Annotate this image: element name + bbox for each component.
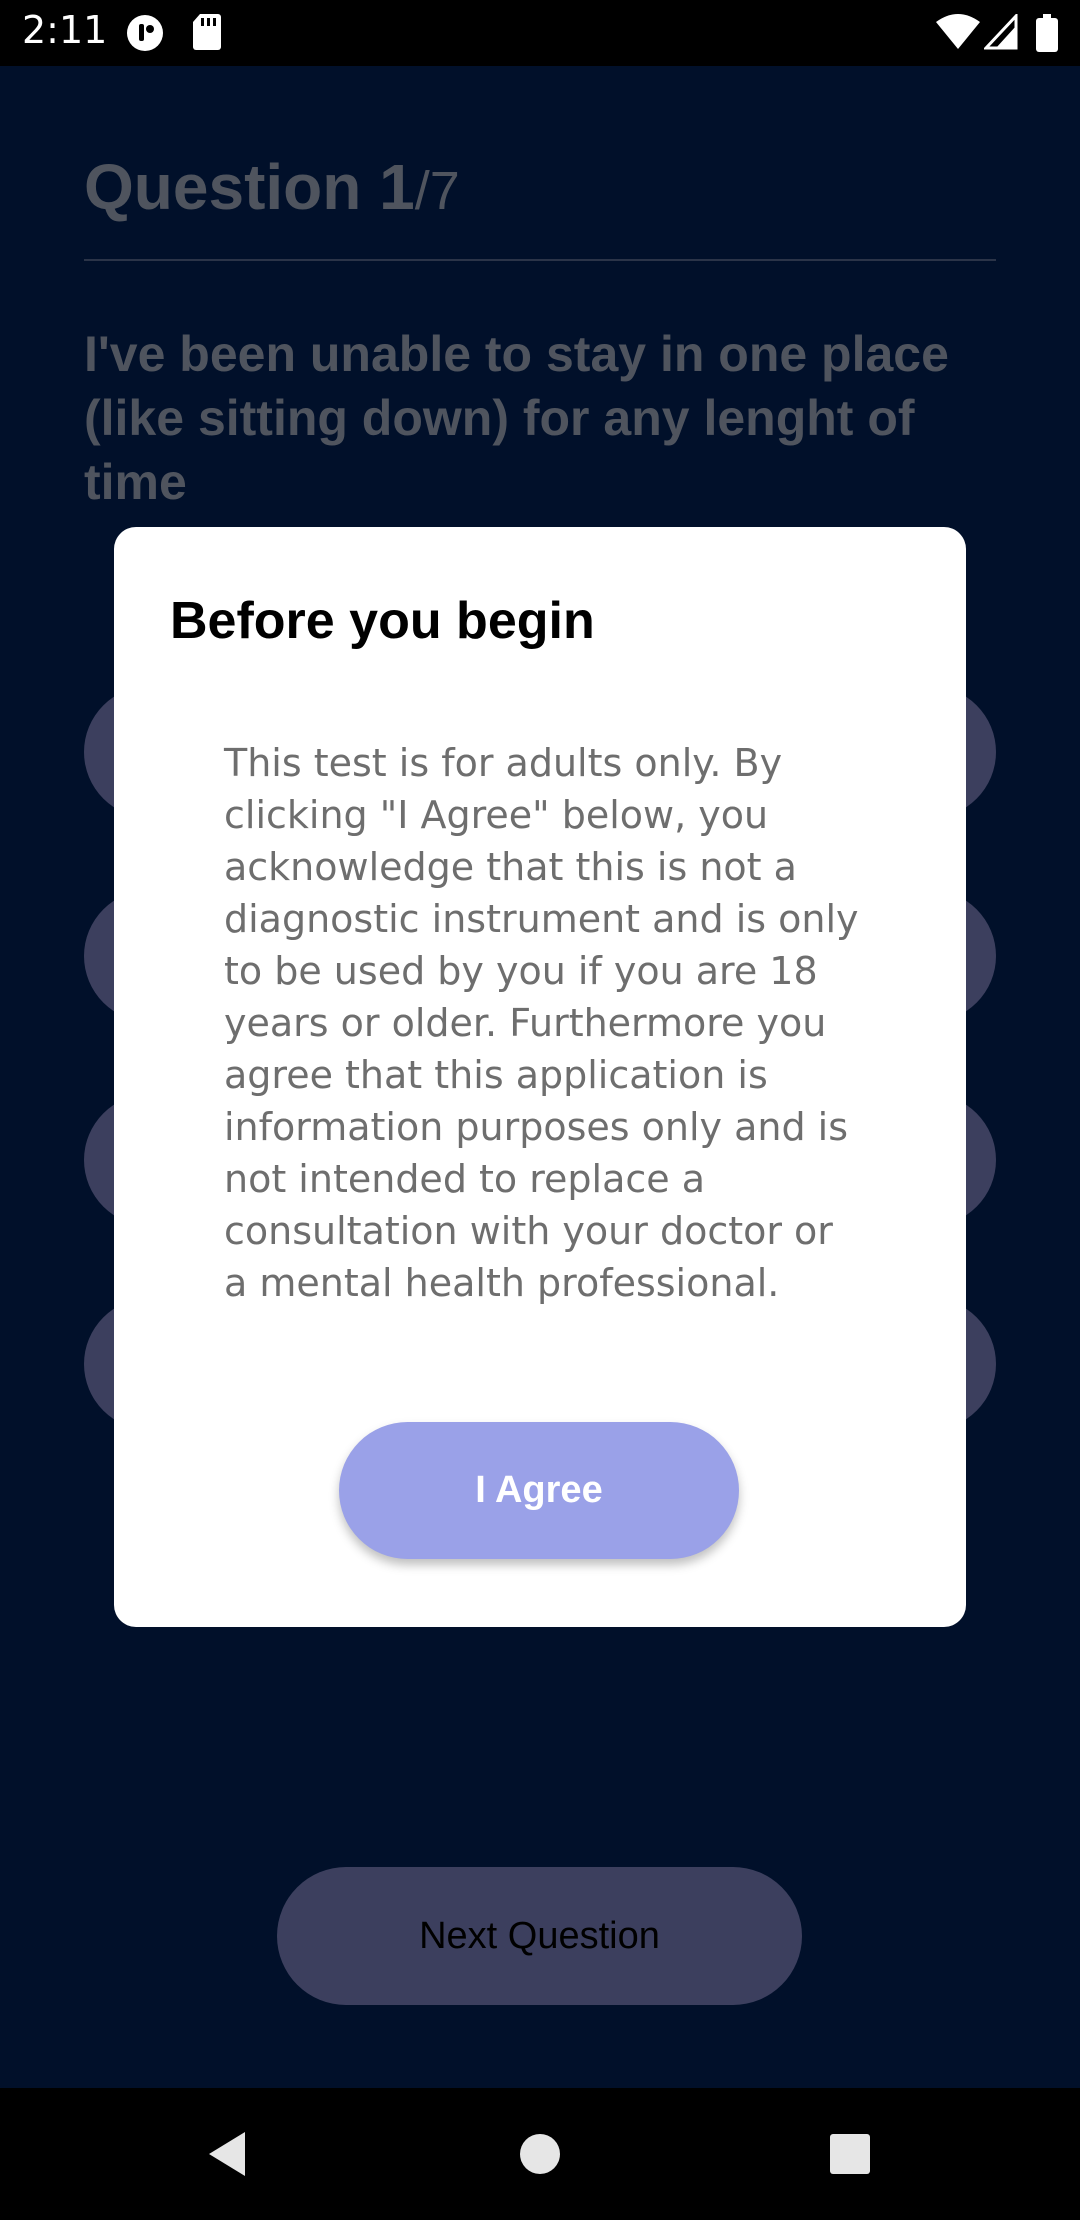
dialog-body: This test is for adults only. By clickin… (224, 741, 859, 1305)
status-bar: 2:11 (0, 0, 1080, 66)
battery-icon (1036, 14, 1058, 52)
agree-button[interactable]: I Agree (339, 1422, 739, 1559)
question-heading: Question 1/7 (84, 150, 460, 224)
question-text: I've been unable to stay in one place (l… (84, 326, 949, 510)
divider (84, 259, 996, 261)
sd-card-icon (192, 14, 230, 52)
navigation-bar (0, 2088, 1080, 2220)
disclaimer-dialog: Before you begin This test is for adults… (114, 527, 966, 1627)
wifi-icon (936, 14, 980, 52)
recents-icon[interactable] (784, 2088, 916, 2220)
back-icon[interactable] (161, 2088, 293, 2220)
app-notification-icon (126, 14, 164, 52)
dialog-title: Before you begin (170, 592, 595, 650)
home-icon[interactable] (474, 2088, 606, 2220)
signal-icon (982, 12, 1022, 52)
question-number: Question 1 (84, 151, 415, 223)
screen: 2:11 Question 1/7 I've been unable to st… (0, 0, 1080, 2220)
status-time: 2:11 (22, 8, 108, 52)
next-question-button[interactable]: Next Question (277, 1867, 802, 2005)
question-total: /7 (414, 161, 460, 221)
